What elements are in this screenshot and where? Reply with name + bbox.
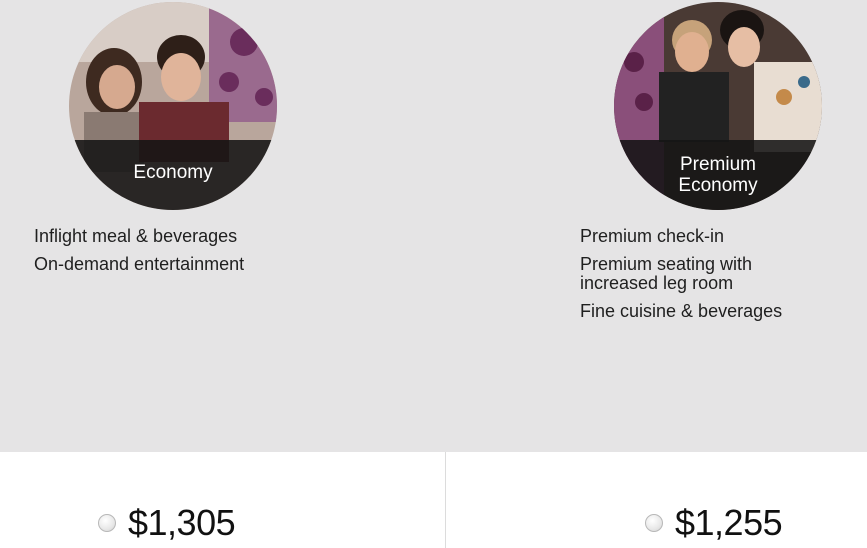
premium-economy-price: $1,255	[675, 502, 783, 543]
cabin-label-line: Economy	[678, 175, 758, 196]
economy-cabin-label: Economy	[133, 162, 213, 183]
economy-price-option[interactable]: $1,305	[98, 502, 236, 544]
feature-item: Premium check-in	[580, 226, 725, 246]
premium-economy-cabin-photo: Premium Economy	[614, 2, 822, 210]
feature-item: Inflight meal & beverages	[34, 226, 238, 246]
feature-item: On-demand entertainment	[34, 254, 245, 274]
feature-item: Premium seating with increased leg room	[580, 254, 753, 293]
premium-economy-price-option[interactable]: $1,255	[645, 502, 783, 544]
premium-economy-features-list: Premium check-in Premium seating with in…	[580, 227, 820, 330]
economy-features-list: Inflight meal & beverages On-demand ente…	[34, 227, 244, 283]
economy-radio-button[interactable]	[98, 514, 116, 532]
cabin-label-line: Premium	[679, 154, 756, 175]
premium-economy-radio-button[interactable]	[645, 514, 663, 532]
column-divider	[445, 452, 446, 548]
feature-item: Fine cuisine & beverages	[580, 301, 783, 321]
economy-cabin-photo: Economy	[69, 2, 277, 210]
fare-options-panel: Economy Inflight meal & beverages On-dem…	[0, 0, 867, 452]
price-selection-row: $1,305 $1,255	[0, 452, 867, 548]
premium-economy-cabin-label: Premium Economy	[614, 154, 822, 196]
economy-price: $1,305	[128, 502, 236, 543]
